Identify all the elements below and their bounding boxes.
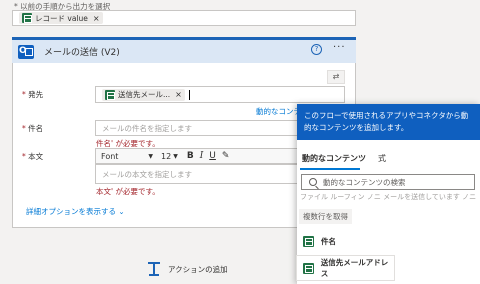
font-size-select[interactable]: 12 (161, 152, 171, 161)
search-placeholder: 動的なコンテンツの検索 (323, 177, 406, 187)
to-field[interactable]: 送信先メール... × (95, 86, 345, 103)
item-label: 送信先メールアドレス (320, 258, 389, 278)
panel-header: このフローで使用されるアプリやコネクタから動的なコンテンツを追加します。 (297, 104, 480, 140)
font-dropdown-icon[interactable]: ▼ (148, 153, 153, 160)
advanced-options-link[interactable]: 詳細オプションを表示する ⌄ (26, 206, 125, 217)
dynamic-item-recipient[interactable]: 送信先メールアドレス (297, 256, 394, 280)
token-remove-icon[interactable]: × (175, 90, 182, 99)
body-error: 本文' が必要です。 (96, 187, 160, 196)
bold-button[interactable]: B (187, 151, 194, 161)
partially-hidden-item: ファイル ルーフィン ノニ メールを送信しています ノニ ヒュ (300, 193, 477, 200)
token-remove-icon[interactable]: × (93, 14, 100, 23)
active-tab-indicator (300, 168, 360, 170)
underline-button[interactable]: U (209, 151, 216, 161)
italic-button[interactable]: I (200, 151, 204, 161)
body-label: * 本文 (22, 152, 44, 161)
add-action-icon (148, 262, 160, 276)
item-label: 件名 (321, 236, 336, 246)
excel-icon (303, 262, 314, 274)
excel-icon (303, 235, 314, 247)
record-value-token[interactable]: レコード value × (19, 12, 103, 24)
get-multiple-rows-button[interactable]: 複数行を取得 (298, 208, 353, 225)
size-dropdown-icon[interactable]: ▼ (173, 153, 178, 160)
body-toolbar: Font ▼ 12 ▼ B I U ✎ (95, 148, 305, 164)
subject-input[interactable]: メールの件名を指定します (95, 120, 305, 136)
card-header[interactable]: メールの送信 (V2) (12, 37, 356, 63)
more-options-icon[interactable]: ··· (333, 42, 346, 53)
swap-icon[interactable]: ⇄ (327, 70, 345, 84)
excel-icon (105, 89, 115, 100)
outlook-icon (18, 44, 34, 59)
recipient-token[interactable]: 送信先メール... × (102, 88, 185, 101)
to-label: * 発先 (22, 90, 44, 99)
tab-dynamic-content[interactable]: 動的なコンテンツ (302, 153, 366, 164)
dynamic-item-subject[interactable]: 件名 (297, 229, 480, 253)
font-select[interactable]: Font (101, 152, 118, 161)
pen-icon[interactable]: ✎ (222, 151, 230, 161)
help-icon[interactable]: ? (311, 44, 322, 55)
subject-label: * 件名 (22, 124, 44, 133)
text-cursor (188, 89, 190, 100)
token-label: レコード value (35, 13, 88, 23)
tab-expression[interactable]: 式 (378, 153, 386, 164)
body-input[interactable]: メールの本文を指定します (95, 164, 305, 184)
previous-output-field[interactable]: レコード value × (12, 10, 356, 26)
add-action-label: アクションの追加 (168, 264, 228, 274)
chevron-down-icon: ⌄ (118, 207, 125, 216)
token-label: 送信先メール... (118, 90, 171, 99)
dynamic-content-search[interactable]: 動的なコンテンツの検索 (301, 174, 475, 190)
add-action-button[interactable]: アクションの追加 (148, 262, 228, 276)
excel-icon (22, 13, 32, 23)
search-icon (309, 178, 317, 186)
card-title: メールの送信 (V2) (44, 48, 120, 58)
